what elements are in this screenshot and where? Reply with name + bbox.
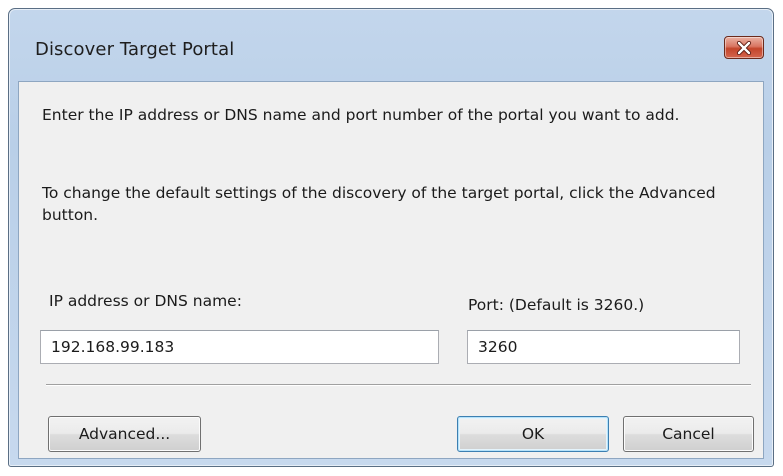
ok-button[interactable]: OK [457,416,609,452]
port-input[interactable]: 3260 [467,330,740,364]
window-title: Discover Target Portal [35,39,235,60]
title-bar[interactable]: Discover Target Portal [9,9,773,79]
cancel-button[interactable]: Cancel [623,416,754,452]
separator [46,384,751,386]
close-icon [736,40,752,55]
close-button[interactable] [724,36,764,59]
instruction-text-2: To change the default settings of the di… [42,184,716,224]
dialog-window: Discover Target Portal Enter the IP addr… [8,8,774,467]
advanced-button[interactable]: Advanced... [48,416,201,452]
port-label: Port: (Default is 3260.) [468,296,645,314]
ip-address-input[interactable]: 192.168.99.183 [40,330,439,364]
dialog-body: Enter the IP address or DNS name and por… [18,81,764,459]
instruction-text-1: Enter the IP address or DNS name and por… [42,106,680,124]
ip-address-label: IP address or DNS name: [49,292,242,310]
